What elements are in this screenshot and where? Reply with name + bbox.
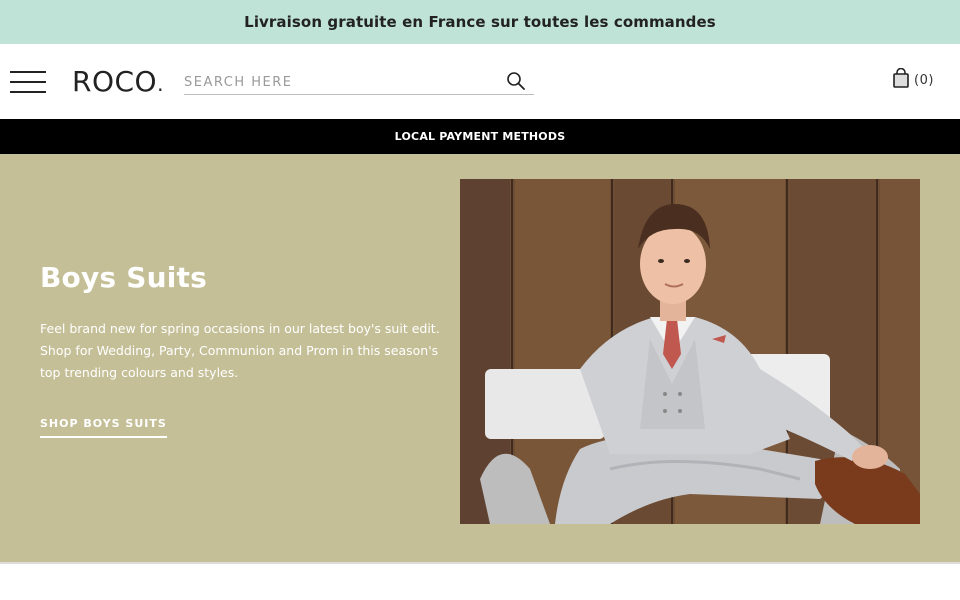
hamburger-menu-icon[interactable] bbox=[10, 70, 46, 94]
cart-button[interactable]: (0) bbox=[892, 67, 934, 92]
shop-boys-suits-link[interactable]: SHOP BOYS SUITS bbox=[40, 417, 167, 438]
cart-count: (0) bbox=[914, 72, 934, 88]
hero-image[interactable] bbox=[460, 179, 920, 524]
promo-text: Livraison gratuite en France sur toutes … bbox=[244, 13, 716, 31]
hero-title: Boys Suits bbox=[40, 261, 207, 294]
shopping-bag-icon bbox=[892, 67, 910, 92]
page-below-fold bbox=[0, 562, 960, 600]
hero-description: Feel brand new for spring occasions in o… bbox=[40, 321, 440, 380]
hero-banner: Boys Suits Feel brand new for spring occ… bbox=[0, 154, 960, 562]
logo-text: ROCO bbox=[72, 65, 158, 98]
search-icon[interactable] bbox=[506, 71, 526, 91]
site-logo[interactable]: ROCO. bbox=[72, 66, 164, 100]
payment-methods-bar[interactable]: LOCAL PAYMENT METHODS bbox=[0, 119, 960, 154]
payment-methods-text: LOCAL PAYMENT METHODS bbox=[394, 130, 566, 143]
boy-in-suit-photo bbox=[460, 179, 920, 524]
promo-banner: Livraison gratuite en France sur toutes … bbox=[0, 0, 960, 44]
search-input[interactable] bbox=[184, 72, 494, 92]
search-bar bbox=[184, 68, 534, 95]
site-header: ROCO. (0) bbox=[0, 44, 960, 119]
